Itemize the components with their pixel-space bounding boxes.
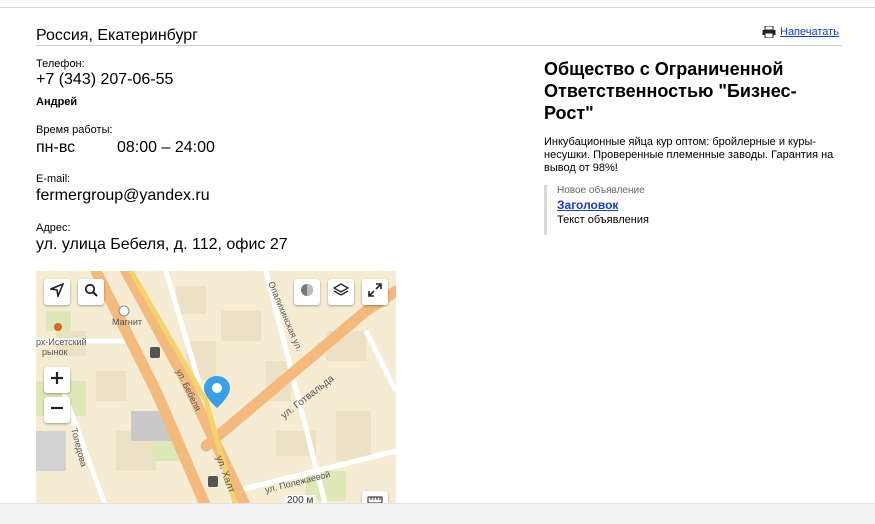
zoom-out-button[interactable] [44, 397, 70, 423]
contact-person: Андрей [36, 96, 78, 108]
ad-block: Новое объявление Заголовок Текст объявле… [544, 185, 804, 235]
fuel-icon-2 [208, 476, 218, 487]
ad-text: Текст объявления [557, 214, 649, 226]
company-name: Общество с Ограниченной Ответственностью… [544, 59, 797, 123]
address-label: Адрес: [36, 222, 71, 234]
top-divider [0, 7, 875, 8]
traffic-icon [300, 283, 314, 302]
ad-label: Новое объявление [557, 185, 645, 196]
map-label-market-1: рх-Исетский [36, 337, 87, 347]
city-divider [36, 45, 842, 46]
zoom-in-icon [50, 371, 64, 390]
zoom-in-button[interactable] [44, 367, 70, 393]
page: Россия, Екатеринбург Напечатать Телефон:… [0, 0, 875, 524]
locate-button[interactable] [44, 279, 70, 305]
map-label-market-2: рынок [42, 347, 67, 357]
fullscreen-button[interactable] [362, 279, 388, 305]
phone-value[interactable]: +7 (343) 207-06-55 [36, 71, 173, 89]
map-label-magnit: Магнит [112, 317, 142, 327]
traffic-button[interactable] [294, 279, 320, 305]
email-label: E-mail: [36, 173, 71, 185]
email-value[interactable]: fermergroup@yandex.ru [36, 187, 210, 205]
bottom-bar [0, 503, 875, 524]
phone-label: Телефон: [36, 58, 85, 70]
address-value: ул. улица Бебеля, д. 112, офис 27 [36, 236, 288, 253]
map[interactable]: Магнит рх-Исетский рынок Опалихинская ул… [36, 271, 396, 507]
locate-icon [48, 282, 65, 302]
print-link[interactable]: Напечатать [762, 25, 839, 39]
layers-icon [332, 282, 350, 302]
map-search-button[interactable] [78, 279, 104, 305]
shop-icon [118, 305, 130, 317]
fuel-icon [150, 347, 160, 358]
search-icon [84, 283, 98, 302]
ad-title-link[interactable]: Заголовок [557, 197, 804, 213]
company-description: Инкубационные яйца кур оптом: бройлерные… [544, 136, 834, 174]
layers-button[interactable] [328, 279, 354, 305]
city-heading: Россия, Екатеринбург [36, 27, 199, 44]
market-icon [54, 323, 62, 331]
map-canvas[interactable]: Магнит рх-Исетский рынок Опалихинская ул… [36, 271, 396, 507]
hours-time: 08:00 – 24:00 [117, 139, 215, 156]
zoom-out-icon [50, 401, 64, 420]
print-label[interactable]: Напечатать [780, 26, 839, 38]
printer-icon[interactable] [762, 25, 776, 39]
hours-label: Время работы: [36, 124, 113, 136]
fullscreen-icon [368, 282, 382, 302]
hours-days: пн-вс [36, 139, 76, 156]
